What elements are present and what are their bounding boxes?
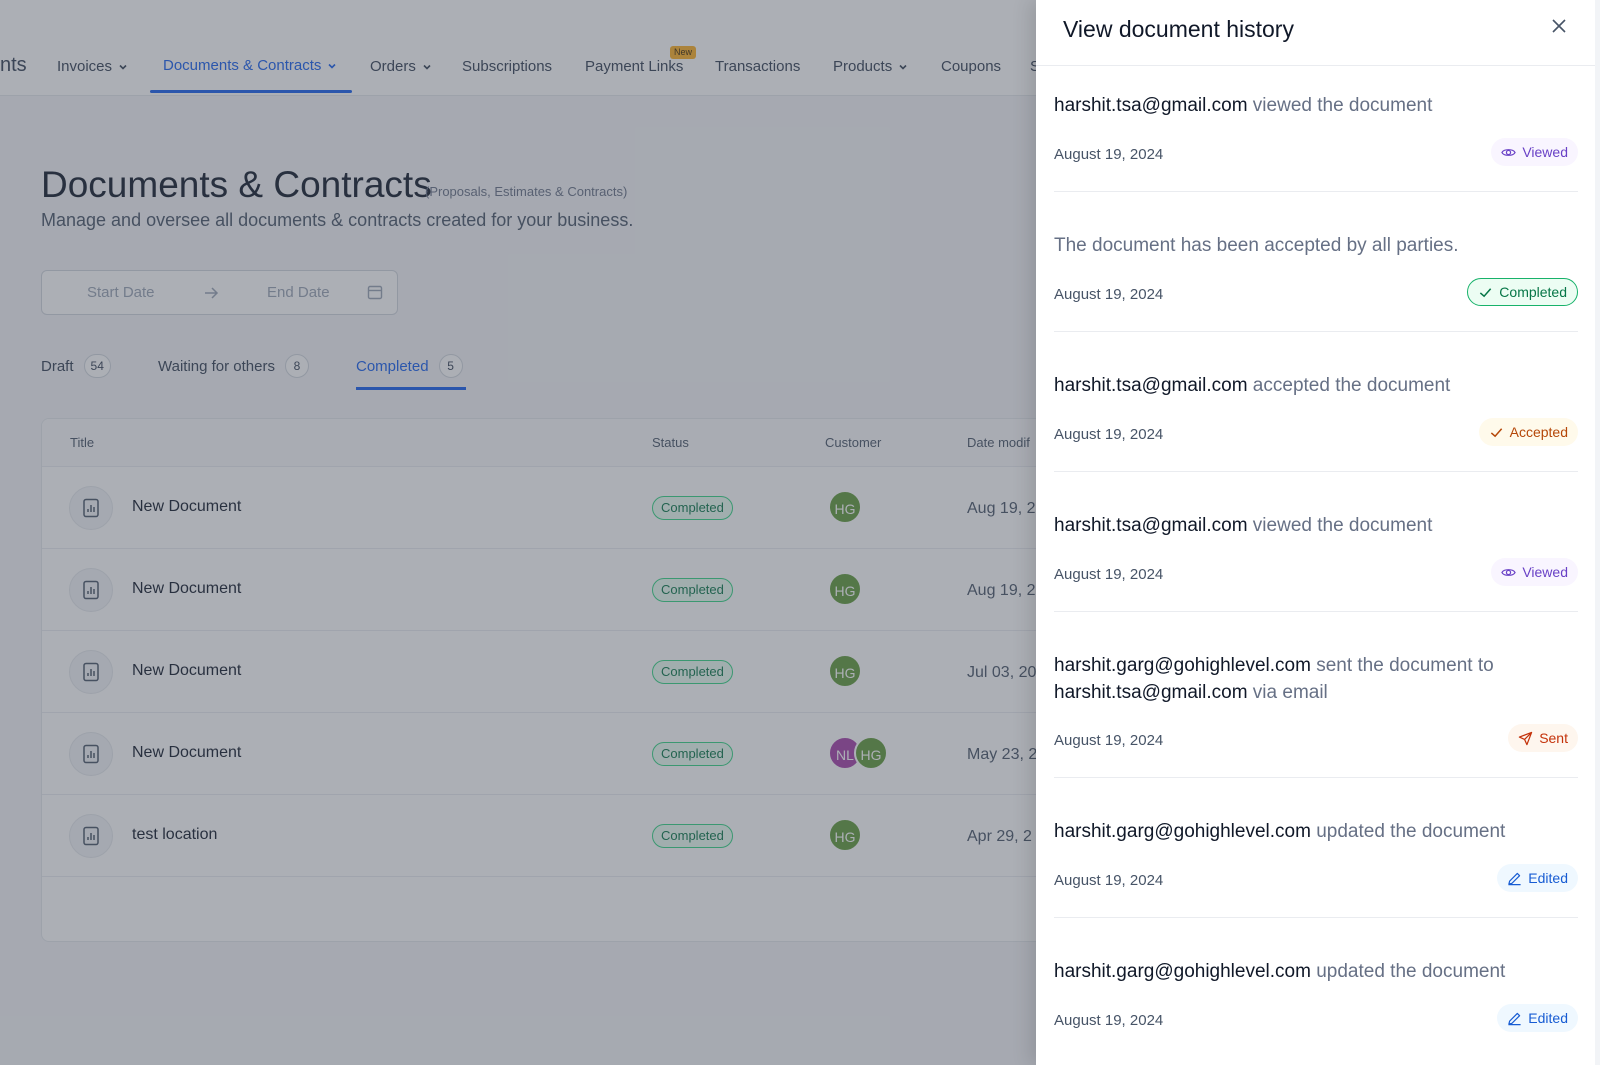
eye-icon (1501, 568, 1517, 576)
entry-text: harshit.garg@gohighlevel.com updated the… (1054, 818, 1554, 845)
scrollbar[interactable] (1595, 0, 1600, 1065)
entry-action: updated the document (1310, 961, 1506, 982)
entry-actor: harshit.tsa@gmail.com (1054, 515, 1248, 536)
history-entry: harshit.tsa@gmail.com accepted the docum… (1054, 372, 1578, 472)
entry-action-suffix: via email (1247, 682, 1328, 703)
entry-action: accepted the document (1247, 375, 1451, 396)
entry-text: harshit.garg@gohighlevel.com updated the… (1054, 958, 1554, 985)
entry-action: sent the document to (1310, 655, 1494, 676)
entry-actor: harshit.garg@gohighlevel.com (1054, 961, 1311, 982)
entry-text: harshit.tsa@gmail.com viewed the documen… (1054, 512, 1554, 539)
entry-date: August 19, 2024 (1054, 286, 1164, 303)
viewed-badge: Viewed (1491, 138, 1578, 166)
history-entry: harshit.garg@gohighlevel.com updated the… (1054, 818, 1578, 918)
entry-text: The document has been accepted by all pa… (1054, 232, 1554, 259)
entry-date: August 19, 2024 (1054, 732, 1164, 749)
entry-actor: harshit.tsa@gmail.com (1054, 375, 1248, 396)
send-icon (1518, 731, 1533, 745)
entry-text: harshit.garg@gohighlevel.com sent the do… (1054, 652, 1554, 706)
entry-recipient: harshit.tsa@gmail.com (1054, 682, 1248, 703)
entry-action: viewed the document (1247, 515, 1433, 536)
history-entry: harshit.tsa@gmail.com viewed the documen… (1054, 92, 1578, 192)
viewed-badge: Viewed (1491, 558, 1578, 586)
close-button[interactable] (1546, 13, 1572, 39)
history-entry: harshit.tsa@gmail.com viewed the documen… (1054, 512, 1578, 612)
entry-text: harshit.tsa@gmail.com accepted the docum… (1054, 372, 1554, 399)
entry-actor: harshit.tsa@gmail.com (1054, 95, 1248, 116)
pencil-icon (1508, 1012, 1521, 1025)
entry-date: August 19, 2024 (1054, 872, 1164, 889)
check-icon (1480, 287, 1492, 297)
pencil-icon (1508, 872, 1521, 885)
drawer-title: View document history (1063, 16, 1294, 42)
entry-date: August 19, 2024 (1054, 146, 1164, 163)
edited-badge: Edited (1497, 1004, 1578, 1032)
check-icon (1490, 427, 1502, 437)
close-icon (1552, 19, 1566, 33)
entry-date: August 19, 2024 (1054, 566, 1164, 583)
entry-date: August 19, 2024 (1054, 1012, 1164, 1029)
entry-actor: harshit.garg@gohighlevel.com (1054, 655, 1311, 676)
drawer-header: View document history (1036, 0, 1600, 66)
entry-action: The document has been accepted by all pa… (1054, 235, 1459, 256)
document-history-drawer: View document history harshit.tsa@gmail.… (1036, 0, 1600, 1065)
eye-icon (1501, 148, 1517, 156)
sent-badge: Sent (1508, 724, 1578, 752)
history-entry: The document has been accepted by all pa… (1054, 232, 1578, 332)
entry-text: harshit.tsa@gmail.com viewed the documen… (1054, 92, 1554, 119)
entry-actor: harshit.garg@gohighlevel.com (1054, 821, 1311, 842)
history-entry: harshit.garg@gohighlevel.com sent the do… (1054, 652, 1578, 778)
edited-badge: Edited (1497, 864, 1578, 892)
entry-date: August 19, 2024 (1054, 426, 1164, 443)
completed-badge: Completed (1467, 278, 1578, 306)
entry-action: viewed the document (1247, 95, 1433, 116)
entry-action: updated the document (1310, 821, 1506, 842)
history-entry: harshit.garg@gohighlevel.com updated the… (1054, 958, 1578, 1058)
accepted-badge: Accepted (1478, 418, 1578, 446)
